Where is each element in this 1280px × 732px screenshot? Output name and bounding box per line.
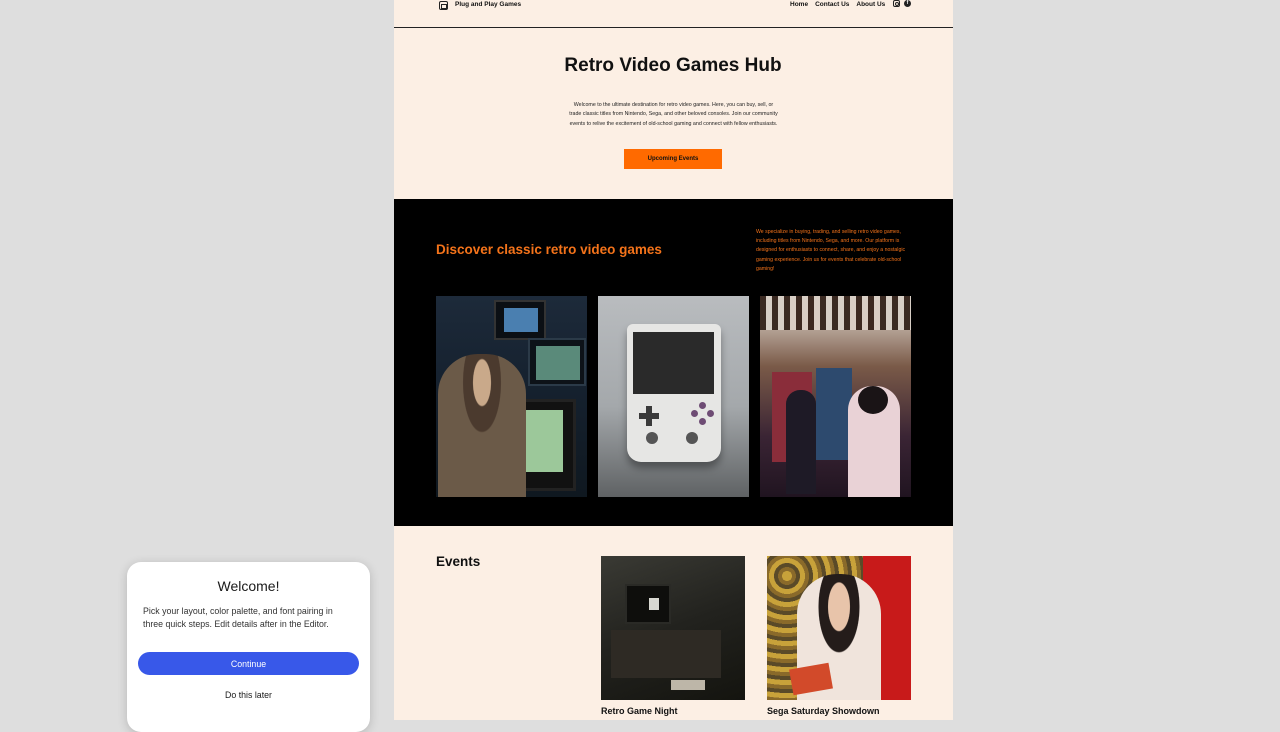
event-title[interactable]: Sega Saturday Showdown bbox=[767, 706, 880, 716]
nav-contact-us[interactable]: Contact Us bbox=[815, 1, 849, 8]
arcade-photo bbox=[760, 296, 911, 497]
hero-text: Welcome to the ultimate destination for … bbox=[569, 102, 778, 127]
crt-tv-photo bbox=[436, 296, 587, 497]
discover-title: Discover classic retro video games bbox=[436, 242, 662, 257]
nav-home[interactable]: Home bbox=[790, 1, 808, 8]
instagram-icon[interactable] bbox=[893, 0, 900, 7]
continue-button[interactable]: Continue bbox=[138, 652, 359, 675]
events-title: Events bbox=[436, 554, 481, 569]
modal-text: Pick your layout, color palette, and fon… bbox=[143, 606, 333, 629]
event-image-sega-saturday[interactable] bbox=[767, 556, 911, 700]
nav-about-us[interactable]: About Us bbox=[856, 1, 885, 8]
site-header: Plug and Play Games Home Contact Us Abou… bbox=[394, 0, 953, 28]
discover-text: We specialize in buying, trading, and se… bbox=[756, 229, 906, 272]
do-this-later-button[interactable]: Do this later bbox=[138, 685, 359, 705]
event-image-retro-game-night[interactable] bbox=[601, 556, 745, 700]
handheld-console-photo bbox=[598, 296, 749, 497]
main-nav: Home Contact Us About Us bbox=[790, 1, 885, 8]
upcoming-events-button[interactable]: Upcoming Events bbox=[624, 149, 722, 169]
site-logo-icon[interactable] bbox=[439, 1, 448, 10]
welcome-modal: Welcome! Pick your layout, color palette… bbox=[127, 562, 370, 732]
event-title[interactable]: Retro Game Night bbox=[601, 706, 678, 716]
discover-section: Discover classic retro video games We sp… bbox=[394, 199, 953, 526]
site-preview: Plug and Play Games Home Contact Us Abou… bbox=[394, 0, 953, 720]
facebook-icon[interactable]: f bbox=[904, 0, 911, 7]
hero-title: Retro Video Games Hub bbox=[564, 55, 782, 76]
modal-title: Welcome! bbox=[217, 578, 280, 594]
site-title[interactable]: Plug and Play Games bbox=[455, 1, 521, 8]
